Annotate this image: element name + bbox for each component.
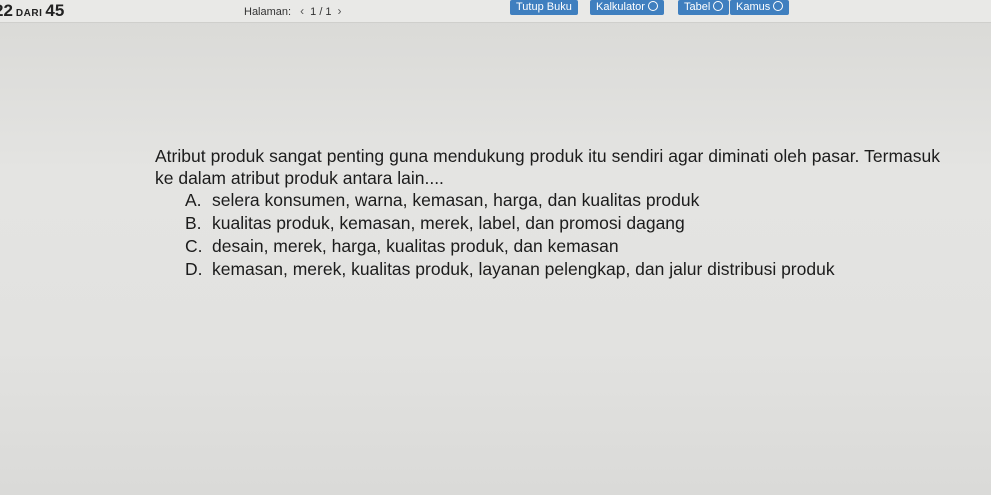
exam-toolbar: 22DARI45 Halaman: ‹ 1 / 1 › Tutup Buku Kal…: [0, 0, 991, 23]
option-letter: D.: [185, 259, 203, 279]
option-c[interactable]: C. desain, merek, harga, kualitas produk…: [155, 235, 940, 258]
page-value: 1 / 1: [310, 6, 332, 18]
option-text: kualitas produk, kemasan, merek, label, …: [212, 213, 685, 233]
option-letter: C.: [185, 236, 203, 256]
close-book-label: Tutup Buku: [516, 1, 572, 13]
question-stem: Atribut produk sangat penting guna mendu…: [155, 146, 940, 188]
answer-options: A. selera konsumen, warna, kemasan, harg…: [155, 189, 940, 281]
current-question-number: 22: [0, 1, 13, 20]
option-text: selera konsumen, warna, kemasan, harga, …: [212, 190, 700, 210]
clock-icon: [713, 1, 724, 11]
calculator-button[interactable]: Kalkulator: [590, 0, 664, 15]
option-letter: B.: [185, 213, 202, 233]
page-navigator: Halaman: ‹ 1 / 1 ›: [244, 4, 348, 18]
close-book-button[interactable]: Tutup Buku: [510, 0, 578, 15]
table-button[interactable]: Tabel: [678, 0, 730, 15]
page-label: Halaman:: [244, 6, 292, 18]
option-d[interactable]: D. kemasan, merek, kualitas produk, laya…: [155, 258, 940, 281]
option-b[interactable]: B. kualitas produk, kemasan, merek, labe…: [155, 212, 940, 235]
of-label: DARI: [15, 8, 43, 19]
total-questions: 45: [45, 1, 65, 20]
option-letter: A.: [185, 190, 202, 210]
option-text: desain, merek, harga, kualitas produk, d…: [212, 236, 619, 256]
prev-page-icon[interactable]: ‹: [300, 4, 304, 18]
table-label: Tabel: [684, 1, 711, 13]
question-counter: 22DARI45: [0, 1, 64, 21]
option-a[interactable]: A. selera konsumen, warna, kemasan, harg…: [155, 189, 940, 212]
dictionary-label: Kamus: [736, 1, 771, 13]
calculator-label: Kalkulator: [596, 1, 645, 13]
clock-icon: [773, 1, 784, 11]
option-text: kemasan, merek, kualitas produk, layanan…: [212, 259, 835, 279]
dictionary-button[interactable]: Kamus: [730, 0, 790, 15]
next-page-icon[interactable]: ›: [338, 4, 342, 18]
question-block: Atribut produk sangat penting guna mendu…: [155, 145, 940, 281]
exam-screen: 22DARI45 Halaman: ‹ 1 / 1 › Tutup Buku Kal…: [0, 0, 991, 495]
clock-icon: [647, 1, 658, 11]
